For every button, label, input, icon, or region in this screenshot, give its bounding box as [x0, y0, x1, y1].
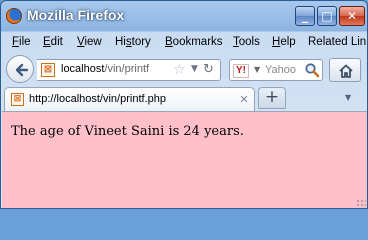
- new-tab-button[interactable]: +: [258, 87, 286, 109]
- navigation-toolbar: ⊠ localhost/vin/printf ☆ ▼ ↻ Y! ▼ Yahoo: [1, 53, 367, 85]
- menu-bookmarks[interactable]: Bookmarks: [165, 36, 223, 48]
- menu-help[interactable]: Help: [272, 36, 296, 48]
- tab-close-icon[interactable]: ✕: [238, 94, 250, 106]
- bookmark-star-icon[interactable]: ☆: [173, 62, 186, 78]
- engine-dropdown-icon[interactable]: ▼: [254, 65, 260, 74]
- menu-related-links[interactable]: Related Lin: [308, 36, 366, 48]
- browser-window: Mozilla Firefox _ □ ✕ File Edit View His…: [0, 0, 368, 209]
- menu-file[interactable]: File: [12, 36, 31, 48]
- menu-bar: File Edit View History Bookmarks Tools H…: [1, 33, 367, 53]
- home-icon: [339, 64, 353, 78]
- search-bar[interactable]: Y! ▼ Yahoo: [229, 59, 323, 81]
- site-identity-icon[interactable]: ⊠: [41, 63, 55, 77]
- close-button[interactable]: ✕: [339, 6, 365, 26]
- age-statement: The age of Vineet Saini is 24 years.: [11, 124, 244, 139]
- back-arrow-icon: [15, 63, 29, 77]
- url-text[interactable]: localhost/vin/printf: [61, 63, 173, 75]
- address-bar[interactable]: ⊠ localhost/vin/printf ☆ ▼ ↻: [37, 59, 221, 81]
- reload-icon[interactable]: ↻: [203, 62, 214, 77]
- menu-view[interactable]: View: [77, 36, 102, 48]
- history-dropdown-icon[interactable]: ▼: [191, 64, 198, 74]
- back-button[interactable]: [6, 55, 34, 83]
- search-engine-icon[interactable]: Y!: [233, 64, 249, 78]
- menu-history[interactable]: History: [115, 36, 151, 48]
- maximize-button[interactable]: □: [317, 6, 337, 26]
- tab-strip: ⊠ http://localhost/vin/printf.php ✕ + ▼: [1, 87, 367, 111]
- window-title: Mozilla Firefox: [27, 7, 125, 23]
- page-content: The age of Vineet Saini is 24 years.: [2, 111, 367, 208]
- menu-tools[interactable]: Tools: [233, 36, 260, 48]
- tab-list-dropdown-icon[interactable]: ▼: [345, 93, 351, 102]
- title-bar: Mozilla Firefox _ □ ✕: [1, 1, 367, 31]
- minimize-button[interactable]: _: [295, 6, 315, 26]
- tab-printf[interactable]: ⊠ http://localhost/vin/printf.php ✕: [4, 87, 255, 111]
- magnifier-icon[interactable]: [304, 62, 320, 78]
- tab-title: http://localhost/vin/printf.php: [29, 93, 166, 105]
- resize-grip-icon[interactable]: [356, 199, 366, 208]
- menu-edit[interactable]: Edit: [43, 36, 63, 48]
- tab-favicon-icon: ⊠: [11, 93, 24, 106]
- firefox-logo-icon: [6, 8, 22, 24]
- search-input[interactable]: Yahoo: [265, 64, 301, 76]
- home-button[interactable]: [329, 58, 361, 82]
